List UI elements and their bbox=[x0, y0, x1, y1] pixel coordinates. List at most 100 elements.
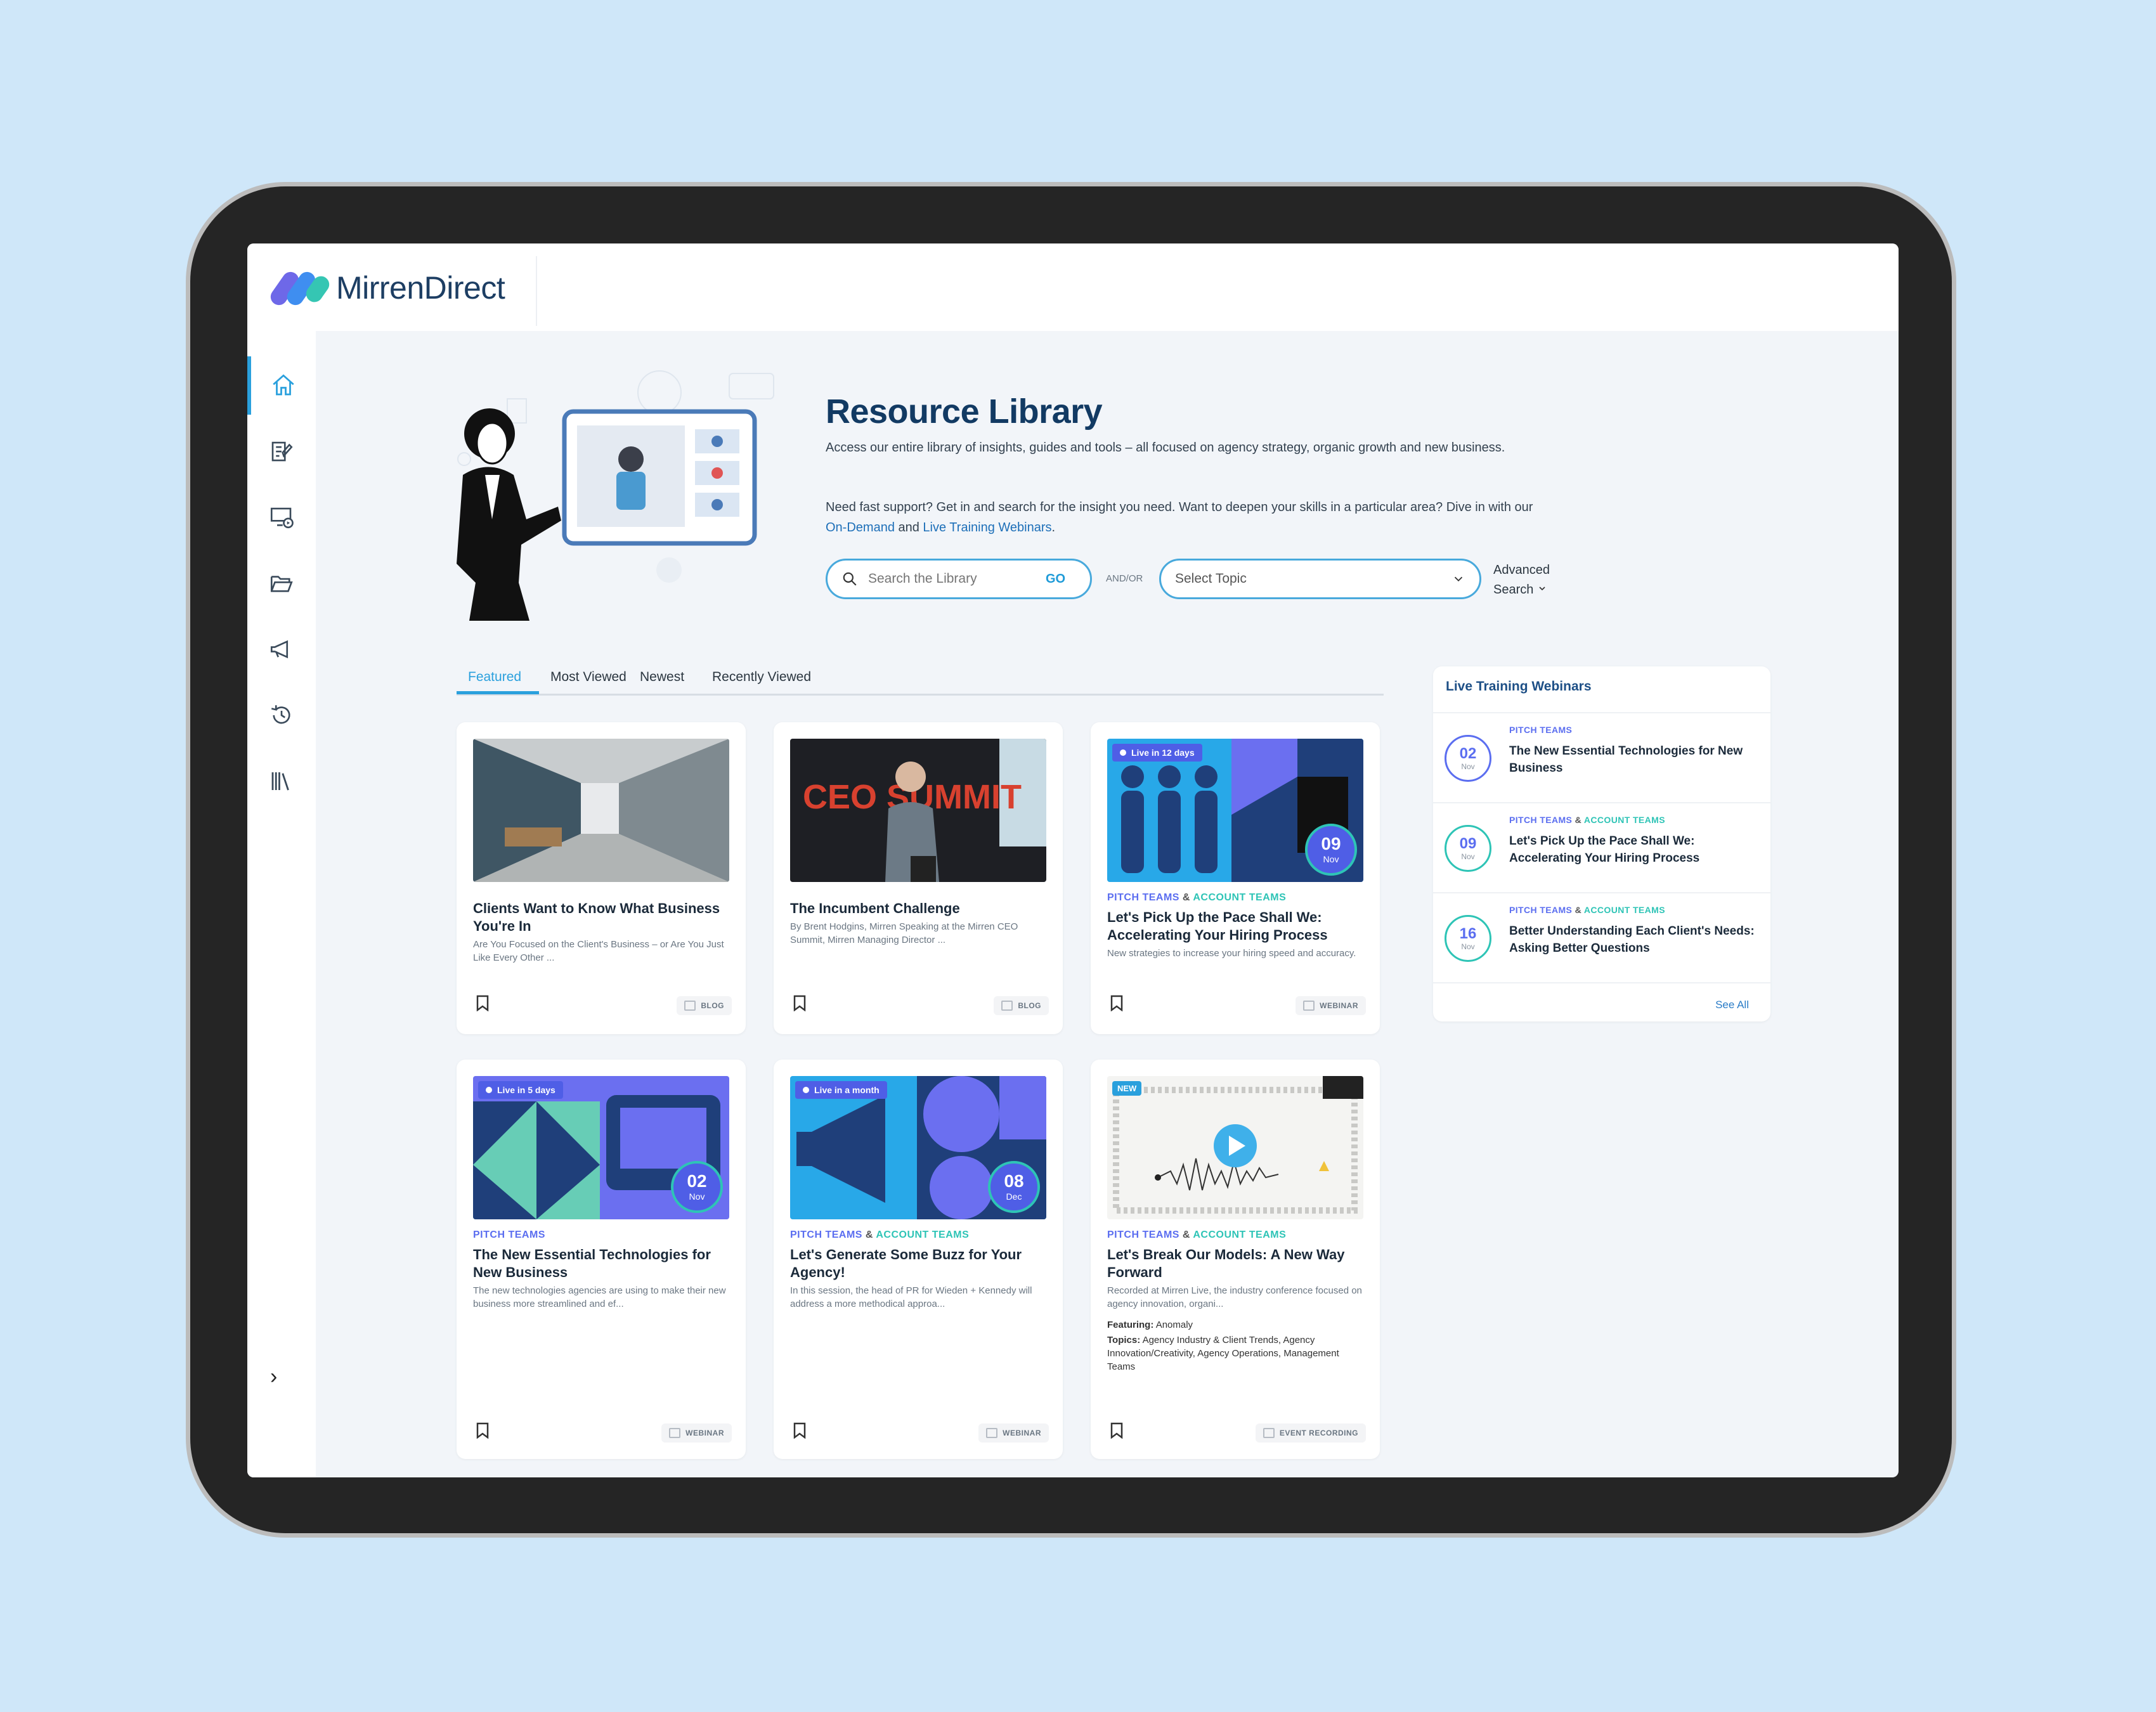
webinar-date-month: Nov bbox=[1461, 852, 1475, 861]
webinar-item[interactable]: 02 Nov PITCH TEAMS The New Essential Tech… bbox=[1433, 712, 1770, 802]
divider bbox=[536, 256, 537, 326]
logo[interactable]: MirrenDirect bbox=[267, 268, 505, 309]
bookmark-icon[interactable] bbox=[476, 995, 490, 1011]
card-type-badge: BLOG bbox=[677, 996, 732, 1015]
resource-card[interactable]: NEW PITCH TEAMS & ACCOUNT TEAMS Let's Br… bbox=[1091, 1060, 1380, 1459]
chevron-right-icon[interactable]: › bbox=[270, 1365, 277, 1389]
tab-newest[interactable]: Newest bbox=[640, 670, 684, 685]
live-badge: Live in a month bbox=[795, 1081, 887, 1099]
card-thumbnail: Live in 12 days 09 Nov bbox=[1107, 739, 1363, 882]
bookmark-icon[interactable] bbox=[793, 995, 807, 1011]
on-demand-link[interactable]: On-Demand bbox=[826, 521, 895, 535]
card-tags: PITCH TEAMS & ACCOUNT TEAMS bbox=[1107, 1229, 1286, 1241]
folder-open-icon bbox=[270, 576, 293, 592]
tag-ampersand: & bbox=[1182, 892, 1190, 903]
tag-pitch-teams: PITCH TEAMS bbox=[1107, 892, 1179, 903]
bookmark-icon[interactable] bbox=[1110, 995, 1124, 1011]
webinar-item[interactable]: 09 Nov PITCH TEAMS & ACCOUNT TEAMS Let's … bbox=[1433, 802, 1770, 892]
live-badge-label: Live in 5 days bbox=[497, 1085, 555, 1095]
featuring-label: Featuring: bbox=[1107, 1320, 1154, 1330]
card-excerpt: Recorded at Mirren Live, the industry co… bbox=[1107, 1285, 1362, 1309]
webinar-date: 02 Nov bbox=[1445, 735, 1491, 782]
live-webinars-panel: Live Training Webinars 02 Nov PITCH TEAMS… bbox=[1433, 666, 1770, 1021]
webinar-tags: PITCH TEAMS & ACCOUNT TEAMS bbox=[1509, 815, 1665, 825]
live-badge-label: Live in a month bbox=[814, 1085, 880, 1095]
webinar-title: Better Understanding Each Client's Needs… bbox=[1509, 924, 1755, 955]
card-thumbnail: Live in 5 days 02 Nov bbox=[473, 1076, 729, 1219]
resource-card[interactable]: Live in 5 days 02 Nov PITCH TEAMS The New… bbox=[457, 1060, 746, 1459]
card-type-label: BLOG bbox=[701, 1001, 724, 1010]
tag-account-teams: ACCOUNT TEAMS bbox=[876, 1229, 970, 1240]
sidebar-item-resources[interactable] bbox=[247, 554, 316, 613]
tab-featured[interactable]: Featured bbox=[468, 670, 521, 685]
webinar-date-day: 02 bbox=[1459, 745, 1477, 762]
card-type-badge: WEBINAR bbox=[661, 1423, 732, 1443]
history-icon bbox=[271, 705, 290, 724]
resource-card[interactable]: Clients Want to Know What Business You'r… bbox=[457, 722, 746, 1034]
topics-value: Agency Industry & Client Trends, Agency … bbox=[1107, 1335, 1339, 1372]
andor-label: AND/OR bbox=[1106, 573, 1143, 584]
bookmark-icon[interactable] bbox=[793, 1422, 807, 1439]
card-type-badge: WEBINAR bbox=[1296, 996, 1366, 1015]
search-box: GO bbox=[826, 559, 1092, 599]
card-excerpt: In this session, the head of PR for Wied… bbox=[790, 1285, 1032, 1309]
tag-pitch-teams: PITCH TEAMS bbox=[790, 1229, 862, 1240]
see-all-link[interactable]: See All bbox=[1715, 999, 1749, 1011]
card-topics: Topics: Agency Industry & Client Trends,… bbox=[1107, 1333, 1367, 1373]
tag-account-teams: ACCOUNT TEAMS bbox=[1193, 892, 1287, 903]
sidebar-item-history[interactable] bbox=[247, 686, 316, 744]
active-tab-indicator bbox=[457, 691, 539, 694]
chevron-down-icon bbox=[1454, 576, 1463, 582]
support-text-and: and bbox=[894, 521, 923, 535]
page-description: Access our entire library of insights, g… bbox=[826, 441, 1505, 455]
card-type-label: WEBINAR bbox=[1320, 1001, 1358, 1010]
live-training-link[interactable]: Live Training Webinars bbox=[923, 521, 1051, 535]
support-text-body: Need fast support? Get in and search for… bbox=[826, 500, 1533, 514]
topic-select[interactable]: Select Topic bbox=[1159, 559, 1481, 599]
video-screen-icon bbox=[270, 507, 294, 529]
card-type-label: BLOG bbox=[1018, 1001, 1041, 1010]
tag-pitch-teams: PITCH TEAMS bbox=[1509, 815, 1573, 825]
card-excerpt: By Brent Hodgins, Mirren Speaking at the… bbox=[790, 921, 1018, 945]
sidebar-item-announcements[interactable] bbox=[247, 620, 316, 678]
resource-card[interactable]: Live in a month 08 Dec PITCH TEAMS & ACCO… bbox=[774, 1060, 1063, 1459]
home-icon bbox=[273, 374, 294, 396]
bookmark-icon[interactable] bbox=[476, 1422, 490, 1439]
chevron-down-icon bbox=[1539, 587, 1545, 591]
tag-pitch-teams: PITCH TEAMS bbox=[1509, 725, 1573, 735]
live-badge: Live in 12 days bbox=[1112, 744, 1202, 762]
sidebar-item-webinars[interactable] bbox=[247, 488, 316, 547]
resource-card[interactable]: Live in 12 days 09 Nov PITCH TEAMS & ACCO… bbox=[1091, 722, 1380, 1034]
card-tags: PITCH TEAMS & ACCOUNT TEAMS bbox=[1107, 892, 1286, 904]
tab-recently-viewed[interactable]: Recently Viewed bbox=[712, 670, 811, 685]
support-text: Need fast support? Get in and search for… bbox=[826, 497, 1536, 538]
date-month: Dec bbox=[1006, 1191, 1022, 1202]
sidebar-item-home[interactable] bbox=[247, 356, 316, 415]
top-bar: MirrenDirect bbox=[247, 243, 1899, 331]
advanced-search-button[interactable]: Advanced Search bbox=[1493, 561, 1550, 600]
bookmark-icon[interactable] bbox=[1110, 1422, 1124, 1439]
card-type-label: WEBINAR bbox=[685, 1429, 724, 1437]
sidebar-item-articles[interactable] bbox=[247, 422, 316, 481]
date-month: Nov bbox=[689, 1191, 705, 1202]
card-title: The New Essential Technologies for New B… bbox=[473, 1247, 711, 1280]
card-title: Clients Want to Know What Business You'r… bbox=[473, 900, 720, 934]
search-input[interactable] bbox=[867, 571, 1041, 587]
sidebar-item-library[interactable] bbox=[247, 752, 316, 810]
advanced-search-label: Advanced bbox=[1493, 563, 1550, 577]
date-day: 09 bbox=[1321, 834, 1341, 853]
tab-most-viewed[interactable]: Most Viewed bbox=[550, 670, 627, 685]
webinar-title: Let's Pick Up the Pace Shall We: Acceler… bbox=[1509, 834, 1700, 865]
search-icon bbox=[843, 572, 857, 586]
advanced-search-label-2: Search bbox=[1493, 583, 1534, 597]
webinar-item[interactable]: 16 Nov PITCH TEAMS & ACCOUNT TEAMS Better… bbox=[1433, 892, 1770, 982]
panel-title: Live Training Webinars bbox=[1446, 679, 1592, 694]
card-title: Let's Break Our Models: A New Way Forwar… bbox=[1107, 1247, 1345, 1280]
resource-card[interactable]: CEO SUMMIT The Incumbent Challenge By Br… bbox=[774, 722, 1063, 1034]
webinar-date: 16 Nov bbox=[1445, 915, 1491, 962]
card-thumbnail: CEO SUMMIT bbox=[790, 739, 1046, 882]
search-go-button[interactable]: GO bbox=[1046, 572, 1065, 587]
tag-ampersand: & bbox=[1575, 815, 1582, 825]
featuring-value: Anomaly bbox=[1155, 1320, 1193, 1330]
library-books-icon bbox=[271, 772, 289, 791]
